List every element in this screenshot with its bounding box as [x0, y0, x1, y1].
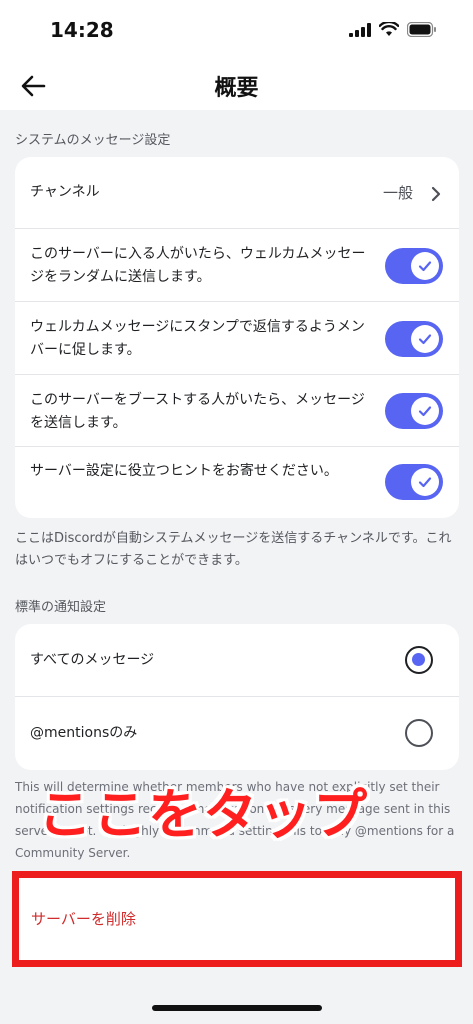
mentions-only-radio[interactable] — [405, 719, 433, 747]
status-bar: 14:28 — [0, 0, 473, 60]
home-indicator — [152, 1005, 322, 1011]
wifi-icon — [379, 22, 399, 36]
delete-server-button[interactable]: サーバーを削除 — [12, 871, 462, 967]
status-icons — [349, 22, 437, 37]
page-title: 概要 — [214, 76, 259, 101]
all-messages-radio[interactable] — [405, 646, 433, 674]
system-messages-help: ここはDiscordが自動システムメッセージを送信するチャンネルです。これはいつ… — [15, 531, 452, 568]
radio-dot — [412, 653, 425, 666]
check-icon — [418, 406, 432, 417]
toggle-knob — [411, 325, 439, 353]
all-messages-option[interactable]: すべてのメッセージ — [15, 624, 459, 697]
boost-message-label: このサーバーをブーストする人がいたら、メッセージを送信します。 — [30, 392, 365, 431]
notifications-header: 標準の通知設定 — [15, 600, 107, 615]
signal-icon — [349, 22, 371, 37]
toggle-knob — [411, 468, 439, 496]
all-messages-label: すべてのメッセージ — [30, 652, 155, 668]
boost-message-toggle[interactable] — [385, 393, 443, 429]
system-messages-header: システムのメッセージ設定 — [15, 133, 171, 148]
sticker-reply-row: ウェルカムメッセージにスタンプで返信するようメンバーに促します。 — [15, 302, 459, 375]
check-icon — [418, 334, 432, 345]
boost-message-row: このサーバーをブーストする人がいたら、メッセージを送信します。 — [15, 375, 459, 447]
welcome-message-row: このサーバーに入る人がいたら、ウェルカムメッセージをランダムに送信します。 — [15, 229, 459, 302]
mentions-only-label: @mentionsのみ — [30, 725, 138, 741]
nav-bar: 概要 — [0, 60, 473, 110]
system-messages-card: チャンネル 一般 このサーバーに入る人がいたら、ウェルカムメッセージをランダムに… — [15, 157, 459, 518]
channel-value: 一般 — [382, 184, 413, 202]
toggle-knob — [411, 397, 439, 425]
tips-toggle[interactable] — [385, 464, 443, 500]
status-time: 14:28 — [50, 18, 114, 42]
sticker-reply-label: ウェルカムメッセージにスタンプで返信するようメンバーに促します。 — [30, 319, 365, 358]
welcome-message-label: このサーバーに入る人がいたら、ウェルカムメッセージをランダムに送信します。 — [30, 246, 366, 285]
channel-label: チャンネル — [30, 184, 100, 200]
tips-label: サーバー設定に役立つヒントをお寄せください。 — [30, 463, 338, 479]
chevron-right-icon — [431, 186, 441, 202]
tips-row: サーバー設定に役立つヒントをお寄せください。 — [15, 447, 459, 518]
welcome-message-toggle[interactable] — [385, 248, 443, 284]
sticker-reply-toggle[interactable] — [385, 321, 443, 357]
delete-server-label: サーバーを削除 — [31, 910, 136, 928]
check-icon — [418, 477, 432, 488]
notifications-card: すべてのメッセージ @mentionsのみ — [15, 624, 459, 770]
tap-here-annotation: ここをタップ — [38, 783, 368, 846]
check-icon — [418, 261, 432, 272]
toggle-knob — [411, 252, 439, 280]
battery-icon — [407, 22, 436, 37]
channel-row[interactable]: チャンネル 一般 — [15, 157, 459, 229]
mentions-only-option[interactable]: @mentionsのみ — [15, 697, 459, 770]
